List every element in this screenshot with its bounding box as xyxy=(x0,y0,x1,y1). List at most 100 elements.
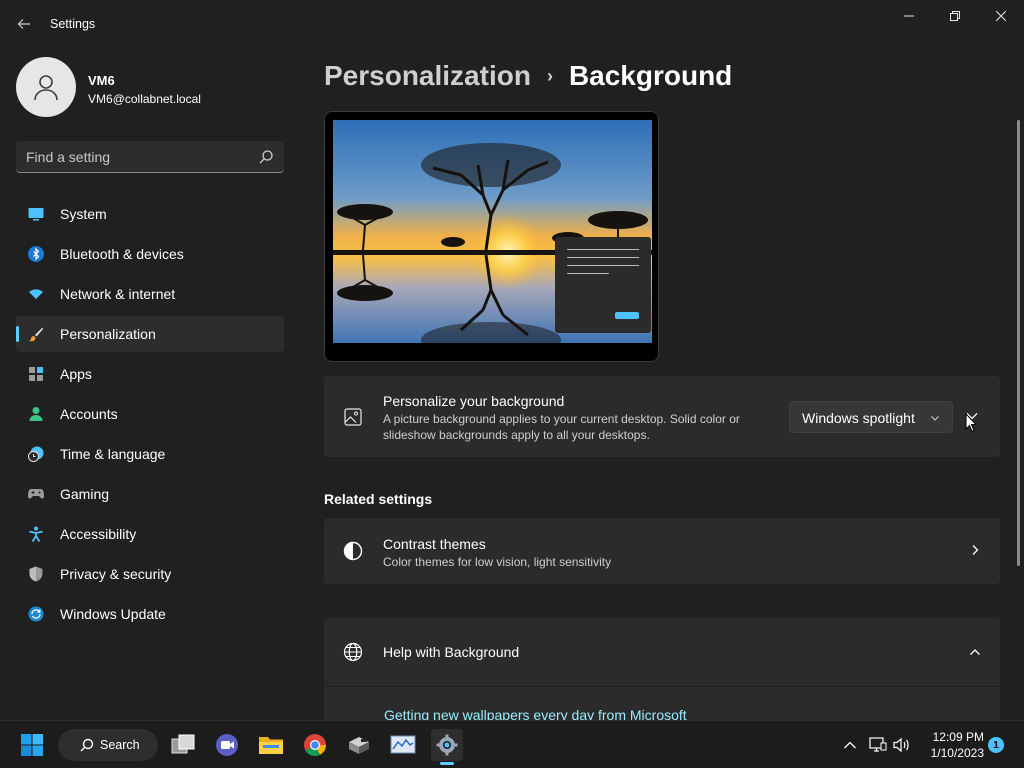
sidebar-item-label: Apps xyxy=(60,366,92,382)
preview-line xyxy=(567,257,639,258)
search-icon xyxy=(80,738,94,752)
chrome-icon xyxy=(304,734,326,756)
settings-taskbar-button[interactable] xyxy=(431,729,463,765)
network-tray-button[interactable] xyxy=(868,735,888,755)
user-name: VM6 xyxy=(88,73,115,88)
taskbar-search-label: Search xyxy=(100,738,140,752)
volume-tray-button[interactable] xyxy=(892,735,912,755)
taskbar-clock[interactable]: 12:09 PM 1/10/2023 xyxy=(918,729,984,761)
notification-badge[interactable]: 1 xyxy=(988,737,1004,753)
sidebar-item-system[interactable]: System xyxy=(16,196,284,232)
card-title: Contrast themes xyxy=(383,536,486,552)
sidebar-item-network[interactable]: Network & internet xyxy=(16,276,284,312)
gear-icon xyxy=(436,734,458,756)
page-title: Background xyxy=(568,60,733,91)
avatar xyxy=(16,57,76,117)
user-email: VM6@collabnet.local xyxy=(88,92,201,106)
search-icon xyxy=(259,150,273,164)
mouse-cursor-icon xyxy=(965,413,977,433)
restore-icon xyxy=(950,11,960,21)
sidebar-item-label: Time & language xyxy=(60,446,166,462)
card-description-line: A picture background applies to your cur… xyxy=(383,412,740,426)
sidebar-item-label: Accessibility xyxy=(60,526,137,542)
breadcrumb-separator: › xyxy=(546,65,553,86)
sidebar-item-label: Windows Update xyxy=(60,606,166,622)
start-button[interactable] xyxy=(16,729,48,761)
wifi-icon xyxy=(28,286,44,302)
contrast-themes-card[interactable]: Contrast themes Color themes for low vis… xyxy=(324,518,1000,584)
chevron-down-icon xyxy=(931,416,939,421)
network-icon xyxy=(869,737,887,752)
chat-icon xyxy=(216,734,238,756)
app-button-server[interactable] xyxy=(343,729,375,761)
gamepad-icon xyxy=(28,486,44,502)
card-description: Color themes for low vision, light sensi… xyxy=(383,555,612,569)
chrome-button[interactable] xyxy=(299,729,331,761)
clock-time: 12:09 PM xyxy=(932,730,984,744)
globe-icon xyxy=(343,642,363,662)
server-app-icon xyxy=(349,737,369,754)
bluetooth-icon xyxy=(28,246,44,262)
sidebar-item-time-language[interactable]: Time & language xyxy=(16,436,284,472)
card-description-line: slideshow backgrounds apply to all your … xyxy=(383,428,650,442)
sidebar-item-privacy-security[interactable]: Privacy & security xyxy=(16,556,284,592)
sidebar-item-label: Network & internet xyxy=(60,286,176,302)
task-view-button[interactable] xyxy=(167,729,199,761)
teams-chat-button[interactable] xyxy=(211,729,243,761)
sidebar-item-windows-update[interactable]: Windows Update xyxy=(16,596,284,632)
settings-search[interactable]: Find a setting xyxy=(16,141,284,173)
shield-icon xyxy=(28,566,44,582)
sidebar-item-personalization[interactable]: Personalization xyxy=(16,316,284,352)
app-button-monitor[interactable] xyxy=(387,729,419,761)
chevron-up-icon xyxy=(844,741,856,749)
sidebar-item-label: Personalization xyxy=(60,326,156,342)
breadcrumb-parent[interactable]: Personalization xyxy=(324,60,531,92)
sidebar-item-label: Privacy & security xyxy=(60,566,172,582)
help-background-card[interactable]: Help with Background xyxy=(324,618,1000,686)
preview-line xyxy=(567,265,639,266)
search-input[interactable]: Find a setting xyxy=(26,149,110,165)
accessibility-icon xyxy=(28,526,44,542)
minimize-icon xyxy=(904,15,914,17)
taskbar-search-button[interactable]: Search xyxy=(58,729,158,761)
sidebar-item-accessibility[interactable]: Accessibility xyxy=(16,516,284,552)
person-avatar-icon xyxy=(34,75,58,101)
task-view-icon xyxy=(171,734,195,754)
preview-line xyxy=(567,249,639,250)
dropdown-value: Windows spotlight xyxy=(802,410,915,426)
close-button[interactable] xyxy=(978,0,1024,32)
back-button[interactable] xyxy=(12,12,36,36)
system-icon xyxy=(28,206,44,222)
user-profile[interactable]: VM6 VM6@collabnet.local xyxy=(16,57,286,117)
sidebar-item-label: Bluetooth & devices xyxy=(60,246,184,262)
personalize-background-card[interactable]: Personalize your background A picture ba… xyxy=(324,376,1000,457)
person-icon xyxy=(28,406,44,422)
background-preview xyxy=(324,111,659,362)
apps-icon xyxy=(28,366,44,382)
windows-logo-icon xyxy=(21,734,43,756)
help-content: Getting new wallpapers every day from Mi… xyxy=(324,686,1000,723)
sidebar-item-gaming[interactable]: Gaming xyxy=(16,476,284,512)
app-title: Settings xyxy=(50,17,96,31)
scrollbar[interactable] xyxy=(1017,120,1020,566)
sidebar-item-label: System xyxy=(60,206,107,222)
chevron-up-icon[interactable] xyxy=(969,646,981,658)
breadcrumb: Personalization › Background xyxy=(324,58,732,94)
sidebar-item-apps[interactable]: Apps xyxy=(16,356,284,392)
related-settings-heading: Related settings xyxy=(324,491,433,507)
sidebar-item-bluetooth[interactable]: Bluetooth & devices xyxy=(16,236,284,272)
show-hidden-icons-button[interactable] xyxy=(840,735,860,755)
minimize-button[interactable] xyxy=(886,0,932,32)
folder-icon xyxy=(259,737,283,754)
card-title: Help with Background xyxy=(383,644,520,660)
title-bar: Settings xyxy=(0,0,1024,48)
performance-monitor-icon xyxy=(390,735,416,754)
sidebar-item-label: Gaming xyxy=(60,486,110,502)
file-explorer-button[interactable] xyxy=(255,729,287,761)
update-icon xyxy=(28,606,44,622)
background-type-dropdown[interactable]: Windows spotlight xyxy=(789,401,953,433)
restore-button[interactable] xyxy=(932,0,978,32)
sidebar-item-accounts[interactable]: Accounts xyxy=(16,396,284,432)
brush-icon xyxy=(28,326,44,342)
card-title: Personalize your background xyxy=(383,393,565,409)
